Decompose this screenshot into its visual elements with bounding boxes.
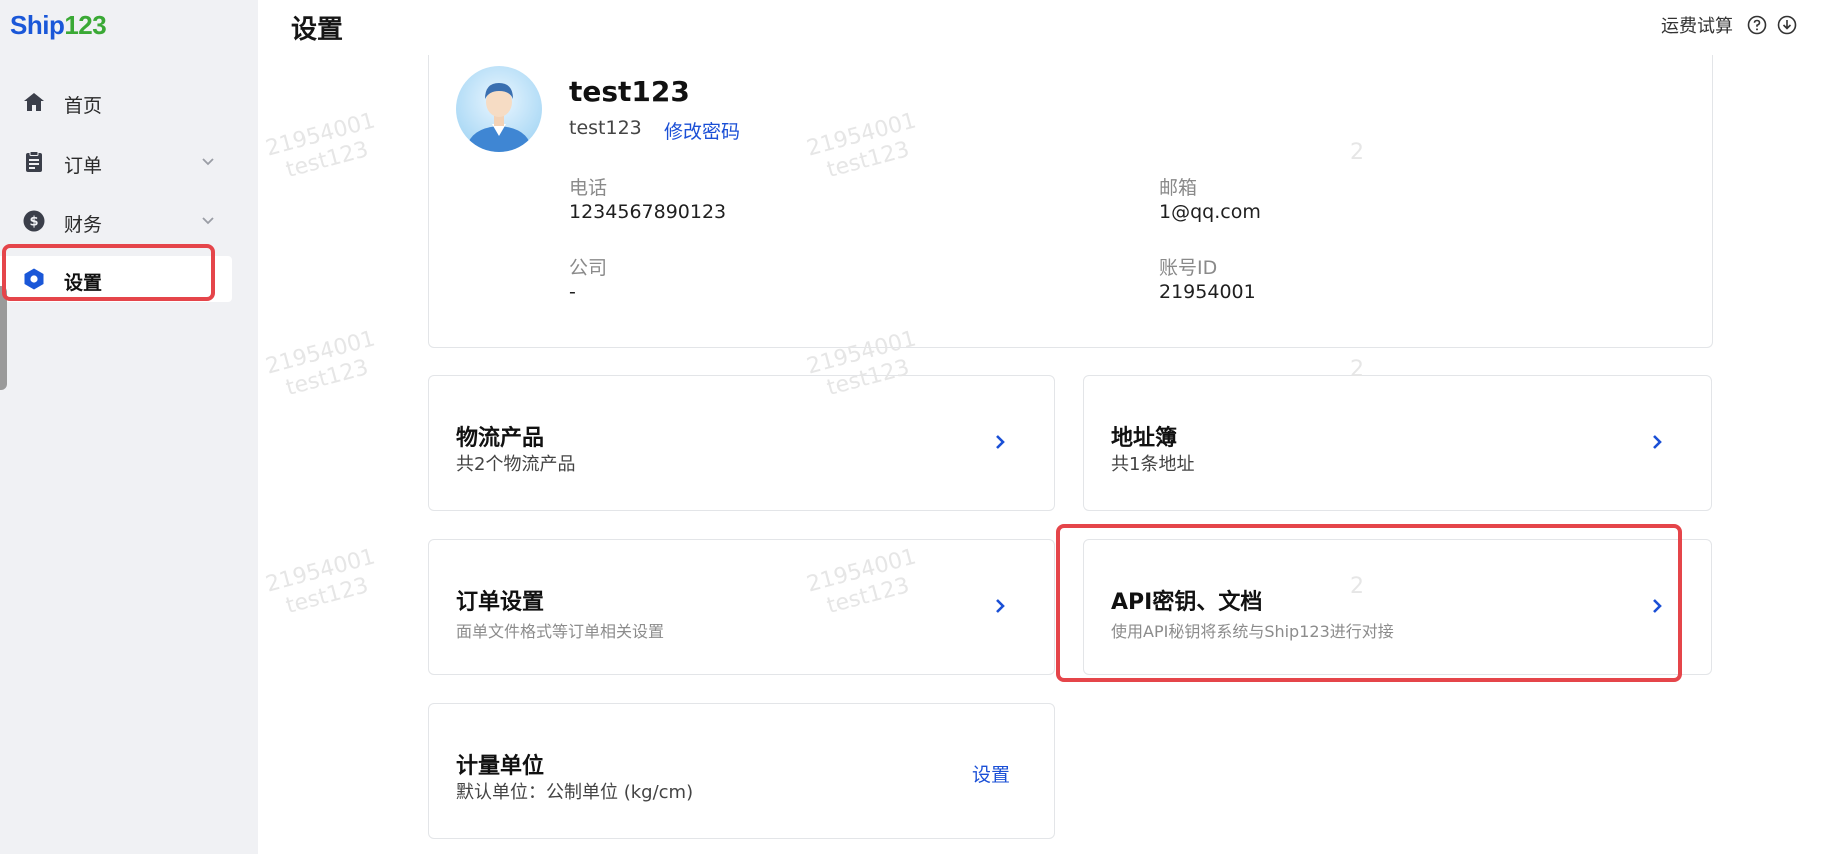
card-description: 面单文件格式等订单相关设置 [456,622,665,641]
chevron-down-icon[interactable] [200,212,216,228]
email-value: 1@qq.com [1159,201,1261,223]
watermark-user: test123 [283,355,372,402]
measurement-units-card: 计量单位 默认单位：公制单位 (kg/cm) 设置 [428,703,1055,839]
card-title: 物流产品 [456,426,545,451]
avatar [456,66,542,152]
home-icon [24,93,44,111]
account-id-value: 21954001 [1159,281,1256,303]
card-title: 订单设置 [456,590,545,615]
change-password-link[interactable]: 修改密码 [664,117,740,144]
sidebar-item-label: 设置 [64,272,103,294]
svg-text:$: $ [29,215,38,230]
company-value: - [569,281,576,303]
watermark-id: 21954001 [263,326,378,380]
order-settings-card[interactable]: 订单设置 面单文件格式等订单相关设置 [428,539,1055,675]
card-description: 默认单位：公制单位 (kg/cm) [456,782,694,803]
user-avatar-icon [456,66,542,152]
sidebar: Ship123 首页 订单 $ 财务 设置 [0,0,258,854]
account-id-label: 账号ID [1159,257,1218,279]
sidebar-item-label: 订单 [64,155,103,177]
card-title: API密钥、文档 [1111,590,1263,615]
watermark-id: 21954001 [263,108,378,162]
username: test123 [569,117,642,139]
card-description: 使用API秘钥将系统与Ship123进行对接 [1111,622,1394,641]
phone-label: 电话 [569,177,608,199]
watermark: 21954001 test123 [263,108,385,187]
profile-card: test123 test123 修改密码 电话 1234567890123 邮箱… [428,55,1713,348]
units-settings-link[interactable]: 设置 [972,760,1010,787]
card-description: 共2个物流产品 [456,454,576,475]
freight-calc-link[interactable]: 运费试算 [1661,12,1733,38]
sidebar-scroll-handle[interactable] [0,286,7,390]
hexagon-settings-icon [24,268,44,290]
sidebar-item-home[interactable]: 首页 [0,79,232,125]
watermark-user: test123 [283,573,372,620]
sidebar-item-settings[interactable]: 设置 [0,256,232,302]
card-title: 计量单位 [456,754,545,779]
api-keys-docs-card[interactable]: API密钥、文档 使用API秘钥将系统与Ship123进行对接 [1083,539,1712,675]
user-display-name: test123 [569,75,690,108]
app-logo[interactable]: Ship123 [10,10,107,41]
chevron-right-icon[interactable] [1647,432,1667,452]
logistics-products-card[interactable]: 物流产品 共2个物流产品 [428,375,1055,511]
logo-text-number: 123 [64,10,107,40]
help-icon[interactable] [1747,15,1767,35]
sidebar-item-label: 财务 [64,214,103,236]
download-icon[interactable] [1777,15,1797,35]
sidebar-item-finance[interactable]: $ 财务 [0,198,232,244]
chevron-right-icon[interactable] [1647,596,1667,616]
phone-value: 1234567890123 [569,201,727,223]
dollar-icon: $ [23,210,45,232]
chevron-down-icon[interactable] [200,153,216,169]
clipboard-icon [26,151,42,172]
header-actions: 运费试算 [1661,12,1797,38]
page-title: 设置 [291,15,344,45]
watermark: 21954001 test123 [263,544,385,623]
chevron-right-icon[interactable] [990,596,1010,616]
watermark: 21954001 test123 [263,326,385,405]
card-description: 共1条地址 [1111,454,1195,475]
sidebar-item-label: 首页 [64,95,103,117]
address-book-card[interactable]: 地址簿 共1条地址 [1083,375,1712,511]
logo-text-ship: Ship [10,10,65,40]
email-label: 邮箱 [1159,177,1198,199]
watermark-user: test123 [283,137,372,184]
chevron-right-icon[interactable] [990,432,1010,452]
card-title: 地址簿 [1111,426,1178,451]
company-label: 公司 [569,257,608,279]
sidebar-item-orders[interactable]: 订单 [0,139,232,185]
watermark-id: 21954001 [263,544,378,598]
